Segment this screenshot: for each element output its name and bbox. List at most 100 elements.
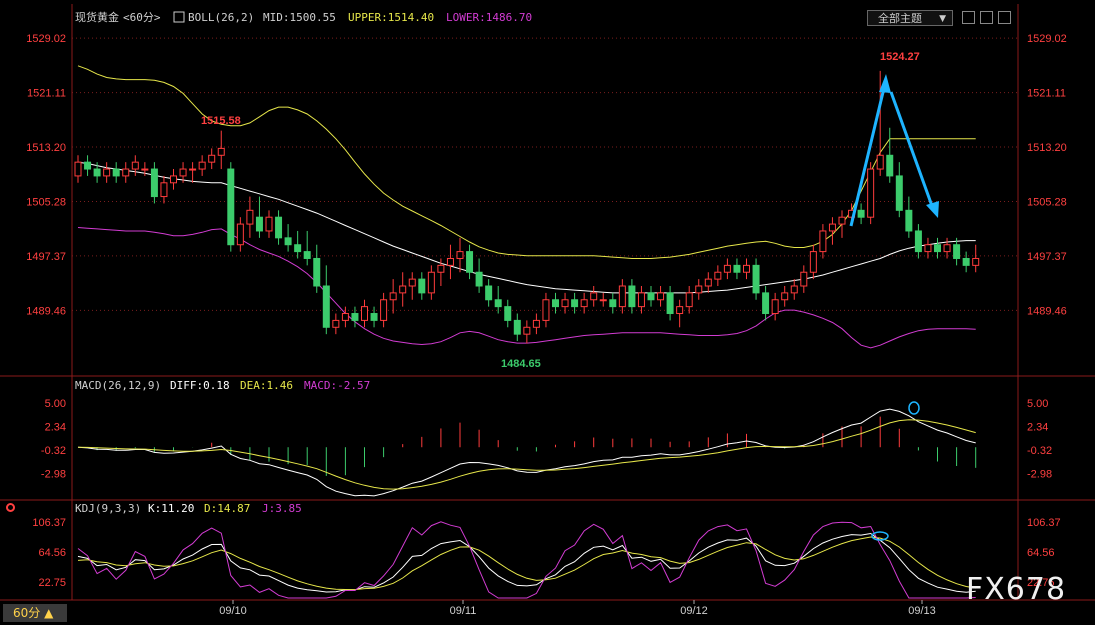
candle-body [427, 271, 435, 294]
theme-dropdown-label: 全部主题 [878, 12, 922, 25]
candle-body [733, 264, 741, 273]
annotation-high-2: 1524.27 [880, 51, 920, 63]
candle-body [962, 257, 970, 266]
candle-body [704, 278, 712, 287]
candle-body [914, 230, 922, 253]
time-tick-label: 09/11 [450, 605, 477, 617]
record-icon[interactable] [6, 503, 15, 512]
candle-body [418, 278, 426, 294]
candle-body [828, 223, 836, 232]
candle-body [532, 319, 540, 328]
candle-body [580, 299, 588, 308]
candle-body [141, 168, 149, 171]
candle-body [695, 285, 703, 294]
time-tick-label: 09/13 [908, 605, 936, 617]
candle-body [609, 299, 617, 308]
theme-dropdown[interactable]: 全部主题 ▼ [867, 10, 953, 26]
chart-stage: 1529.02 1521.11 1513.20 1505.28 1497.37 1489.… [0, 0, 1095, 625]
candle-body [561, 299, 569, 308]
candle-body [93, 168, 101, 177]
candle-body [122, 168, 130, 177]
candle-body [150, 168, 158, 198]
candle-body [513, 319, 521, 335]
candle-body [599, 299, 607, 302]
candle-body [446, 257, 454, 266]
boll-upper-value: UPPER:1514.40 [348, 11, 434, 24]
boll-label: BOLL(26,2) [188, 11, 254, 24]
candle-body [647, 292, 655, 301]
candle-body [685, 292, 693, 308]
candle-body [743, 264, 750, 273]
candle-body [542, 299, 550, 321]
boll-mid-value: MID:1500.55 [263, 11, 336, 24]
candle-body [838, 216, 846, 225]
candle-body [762, 292, 770, 315]
chevron-down-icon: ▼ [939, 14, 946, 24]
candle-body [924, 244, 932, 253]
candle-body [628, 285, 636, 308]
grid-icon[interactable] [980, 11, 993, 24]
candle-body [275, 216, 283, 239]
macd-value: MACD:-2.57 [304, 379, 370, 392]
candle-body [618, 285, 626, 308]
price-tick-left: 1513.20 [26, 142, 66, 154]
candle-body [303, 251, 311, 259]
close-panel-icon[interactable] [998, 11, 1011, 24]
candle-body [160, 182, 168, 198]
candle-body [972, 257, 980, 266]
candle-body [800, 271, 808, 287]
candle-body [361, 306, 368, 321]
kdj-d: D:14.87 [204, 502, 250, 515]
period-selector[interactable]: 60分 ▲ [3, 604, 67, 622]
macd-tick-right: 5.00 [1027, 398, 1048, 410]
macd-tick-left: 5.00 [45, 398, 66, 410]
candle-body [666, 292, 674, 315]
price-tick-right: 1489.46 [1027, 305, 1067, 317]
candle-body [485, 285, 493, 301]
candle-body [408, 278, 416, 287]
kdj-tick-right: 64.56 [1027, 547, 1055, 559]
candle-body [74, 161, 82, 177]
symbol-title: 现货黄金 [75, 10, 119, 24]
kdj-tick-left: 22.75 [38, 577, 66, 589]
time-tick-label: 09/10 [219, 605, 247, 617]
candle-body [284, 237, 292, 246]
macd-tick-right: 2.34 [1027, 421, 1048, 433]
candle-body [752, 264, 760, 294]
candle-body [781, 292, 789, 301]
annotation-high-1: 1515.58 [201, 115, 241, 127]
macd-diff: DIFF:0.18 [170, 379, 230, 392]
price-tick-right: 1529.02 [1027, 33, 1067, 45]
watermark-logo: FX678 [966, 572, 1067, 607]
candle-body [637, 292, 645, 308]
candle-body [389, 292, 397, 301]
macd-label: MACD(26,12,9) [75, 379, 161, 392]
price-tick-left: 1521.11 [27, 88, 66, 100]
candle-body [590, 292, 598, 301]
kdj-tick-left: 106.37 [32, 517, 66, 529]
candle-body [246, 209, 254, 225]
candle-body [714, 271, 722, 280]
candle-body [112, 168, 120, 177]
candle-body [103, 168, 111, 177]
candle-body [934, 244, 941, 253]
candle-body [170, 175, 177, 184]
price-tick-right: 1505.28 [1027, 197, 1067, 209]
candle-body [867, 168, 875, 218]
kdj-tick-right: 106.37 [1027, 517, 1061, 529]
candle-body [189, 168, 197, 171]
candle-body [208, 154, 216, 163]
price-tick-left: 1497.37 [26, 251, 66, 263]
candle-body [236, 223, 244, 246]
candle-body [370, 313, 378, 321]
candle-body [131, 161, 139, 170]
candle-body [475, 271, 483, 287]
candle-body [657, 292, 665, 301]
price-tick-left: 1505.28 [26, 197, 66, 209]
macd-tick-left: -0.32 [41, 445, 66, 457]
candle-body [265, 216, 273, 232]
candle-body [943, 244, 951, 253]
price-tick-left: 1529.02 [26, 33, 66, 45]
layout-icon[interactable] [962, 11, 975, 24]
candle-body [332, 319, 340, 328]
